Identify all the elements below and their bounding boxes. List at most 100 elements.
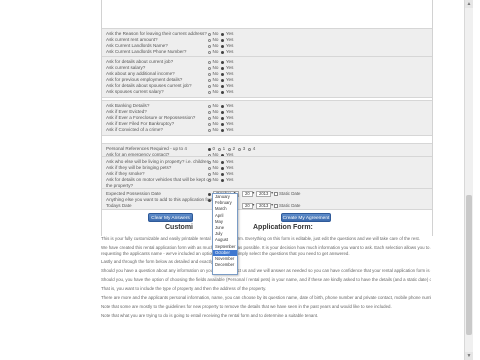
radio-icon[interactable] [221, 66, 225, 70]
answer-options: No Yes [208, 49, 233, 55]
chevron-down-icon: ▼ [251, 191, 256, 195]
chevron-down-icon: ▼ [251, 203, 256, 207]
radio-icon[interactable] [221, 78, 225, 82]
todays-static-date-checkbox[interactable] [274, 203, 278, 208]
radio-icon[interactable] [221, 32, 225, 36]
application-options-form: Ask the Reason for leaving their current… [101, 0, 433, 236]
paragraph: That is, you want to include the type of… [101, 286, 267, 291]
radio-icon[interactable] [208, 160, 211, 164]
paragraph: requesting the applicants name - we've i… [101, 250, 350, 256]
radio-icon[interactable] [221, 122, 225, 126]
radio-icon[interactable] [221, 128, 225, 132]
radio-label: No [212, 89, 219, 94]
radio-icon[interactable] [208, 66, 211, 70]
radio-icon[interactable] [208, 147, 211, 151]
radio-icon[interactable] [208, 192, 211, 196]
scroll-up-icon[interactable]: ▲ [465, 0, 473, 8]
radio-icon[interactable] [218, 147, 222, 151]
radio-icon[interactable] [208, 104, 211, 108]
section-employment: Ask for details about current job? No Yes A… [102, 56, 432, 98]
create-agreement-button[interactable]: Create My Agreement [281, 213, 331, 222]
question-row: Ask Current Landlords Phone Number? No Yes [102, 49, 432, 55]
todays-static-date-label: Static Date [279, 203, 301, 208]
radio-icon[interactable] [221, 166, 225, 170]
page: Ask the Reason for leaving their current… [0, 0, 480, 360]
radio-icon[interactable] [208, 84, 211, 88]
paragraph: Note that what you are trying to do is g… [101, 313, 319, 318]
radio-option[interactable]: Yes [221, 49, 233, 55]
radio-label: No [212, 49, 219, 54]
radio-icon[interactable] [238, 147, 242, 151]
question-label: Ask Current Landlords Phone Number? [106, 49, 187, 54]
todays-date-label: Todays Date [106, 203, 132, 208]
radio-icon[interactable] [208, 78, 211, 82]
radio-icon[interactable] [208, 198, 211, 202]
scroll-down-icon[interactable]: ▼ [465, 352, 473, 360]
radio-icon[interactable] [221, 72, 225, 76]
possession-day-select[interactable]: 20 ▼ [242, 190, 256, 197]
scrollbar-thumb[interactable] [466, 195, 472, 335]
radio-icon[interactable] [208, 90, 211, 94]
static-date-checkbox[interactable] [274, 191, 278, 196]
month-option[interactable]: September [213, 244, 237, 250]
radio-icon[interactable] [208, 110, 211, 114]
page-scrollbar[interactable]: ▲ ▼ [464, 0, 473, 360]
question-row: Ask if Convicted of a crime? No Yes [102, 127, 432, 133]
radio-icon[interactable] [221, 104, 225, 108]
question-row: Ask spouses current salary? No Yes [102, 89, 432, 95]
radio-icon[interactable] [208, 116, 211, 120]
radio-icon[interactable] [221, 50, 225, 54]
radio-icon[interactable] [221, 178, 225, 182]
todays-day-select[interactable]: 20 ▼ [242, 202, 256, 209]
radio-icon[interactable] [208, 128, 211, 132]
radio-icon[interactable] [208, 50, 211, 54]
radio-icon[interactable] [221, 90, 225, 94]
radio-icon[interactable] [208, 32, 211, 36]
radio-icon[interactable] [221, 38, 225, 42]
section-background: Ask Banking Details? No Yes Ask if Ever Evi… [102, 100, 432, 136]
radio-icon[interactable] [221, 60, 225, 64]
paragraph: There are more and the applicants person… [101, 295, 431, 300]
radio-option[interactable]: Yes [221, 89, 233, 95]
paragraph: Lastly and through the form below as det… [101, 259, 235, 264]
radio-icon[interactable] [221, 172, 225, 176]
radio-icon[interactable] [208, 38, 211, 42]
todays-year-select[interactable]: 2013 ▼ [256, 202, 274, 209]
question-label: Ask spouses current salary? [106, 89, 164, 94]
month-option[interactable]: December [213, 262, 237, 268]
todays-day-select-value: 20 [245, 203, 250, 208]
section-occupants: Ask who else will be living in property?… [102, 156, 432, 192]
radio-icon[interactable] [208, 72, 211, 76]
radio-label: Yes [225, 127, 234, 132]
radio-icon[interactable] [228, 147, 232, 151]
answer-options: No Yes [208, 127, 233, 133]
month-dropdown-list[interactable]: January February March April May June July Augu… [212, 193, 238, 275]
section-landlord: Ask the Reason for leaving their current… [102, 28, 432, 58]
radio-option[interactable]: No [208, 49, 218, 55]
heading-left: Customi [165, 224, 193, 231]
paragraph: Should you, you have the option of choos… [101, 277, 431, 282]
radio-icon[interactable] [208, 44, 211, 48]
radio-icon[interactable] [208, 60, 211, 64]
radio-icon[interactable] [208, 178, 211, 182]
radio-icon[interactable] [208, 122, 211, 126]
radio-icon[interactable] [221, 84, 225, 88]
radio-option[interactable]: Yes [221, 127, 233, 133]
paragraph: Should you have a question about any inf… [101, 268, 431, 273]
radio-icon[interactable] [221, 160, 225, 164]
possession-day-select-value: 20 [245, 191, 250, 196]
radio-icon[interactable] [221, 116, 225, 120]
radio-icon[interactable] [221, 110, 225, 114]
radio-icon[interactable] [208, 166, 211, 170]
radio-icon[interactable] [248, 147, 252, 151]
radio-option[interactable]: No [208, 127, 218, 133]
radio-label: Yes [225, 49, 234, 54]
radio-icon[interactable] [221, 44, 225, 48]
answer-options: No Yes [208, 89, 233, 95]
radio-option[interactable]: No [208, 89, 218, 95]
todays-date-row: Todays Date 20 ▼ 2013 ▼ Static Date [102, 202, 432, 209]
clear-answers-button[interactable]: Clear My Answers [148, 213, 193, 222]
page-heading: Customi Application Form: [165, 224, 313, 231]
radio-icon[interactable] [208, 172, 211, 176]
possession-year-select[interactable]: 2013 ▼ [256, 190, 274, 197]
